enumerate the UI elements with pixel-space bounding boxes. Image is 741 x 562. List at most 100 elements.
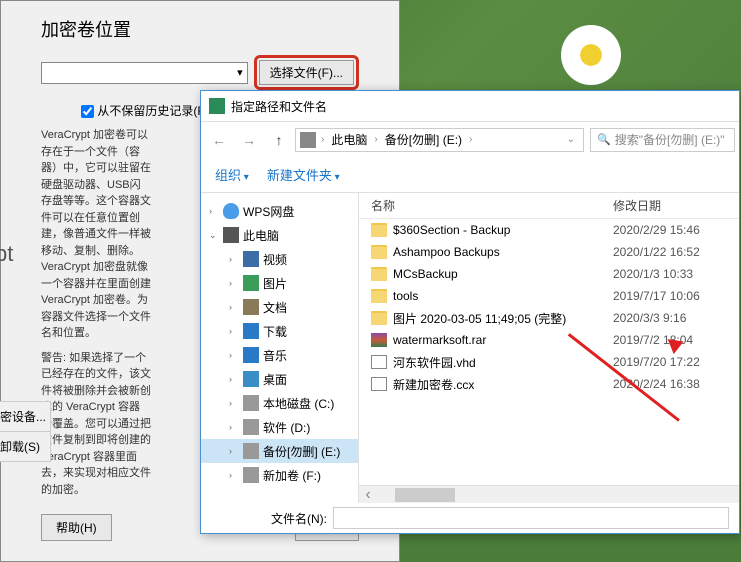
filename-label: 文件名(N): [271, 510, 327, 527]
expand-icon[interactable]: › [229, 374, 239, 384]
app-label-fragment: pt [0, 241, 13, 267]
expand-icon[interactable]: › [229, 422, 239, 432]
auto-mount-button[interactable]: 动加密设备... [0, 401, 51, 432]
file-date: 2020/2/24 16:38 [609, 377, 739, 391]
tree-item-label: 文档 [263, 299, 287, 316]
expand-icon[interactable]: › [229, 302, 239, 312]
tree-item-icon [243, 275, 259, 291]
horizontal-scrollbar[interactable]: ‹ [359, 485, 739, 503]
filename-input[interactable] [333, 507, 729, 529]
tree-item-icon [243, 443, 259, 459]
col-name-header[interactable]: 名称 [359, 197, 609, 214]
file-row[interactable]: 河东软件园.vhd2019/7/20 17:22 [359, 351, 739, 373]
file-icon [371, 311, 387, 325]
tree-item[interactable]: › 新加卷 (F:) [201, 463, 358, 487]
tree-item[interactable]: › 视频 [201, 247, 358, 271]
file-row[interactable]: 新建加密卷.ccx2020/2/24 16:38 [359, 373, 739, 395]
tree-item[interactable]: › 下载 [201, 319, 358, 343]
expand-icon[interactable]: › [209, 206, 219, 216]
tree-item-label: 备份[勿删] (E:) [263, 443, 340, 460]
file-name: tools [393, 289, 418, 303]
nav-forward-button: → [235, 127, 263, 153]
expand-icon[interactable]: › [229, 326, 239, 336]
tree-item[interactable]: › 本地磁盘 (C:) [201, 391, 358, 415]
tree-item-icon [243, 323, 259, 339]
file-name: MCsBackup [393, 267, 458, 281]
file-name: 图片 2020-03-05 11;49;05 (完整) [393, 310, 566, 327]
select-file-button[interactable]: 选择文件(F)... [259, 60, 354, 85]
search-input[interactable]: 搜索"备份[勿删] (E:)" [590, 128, 735, 152]
breadcrumb-folder[interactable]: 备份[勿删] (E:) [383, 131, 464, 148]
tree-item-icon [243, 299, 259, 315]
file-name: watermarksoft.rar [393, 333, 486, 347]
tree-item[interactable]: ⌄此电脑 [201, 223, 358, 247]
expand-icon[interactable]: › [229, 350, 239, 360]
file-icon [371, 289, 387, 303]
never-save-history-input[interactable] [81, 105, 94, 118]
tree-item-icon [223, 203, 239, 219]
file-row[interactable]: MCsBackup 2020/1/3 10:33 [359, 263, 739, 285]
tree-item[interactable]: ›图片 [201, 271, 358, 295]
expand-icon[interactable]: › [229, 278, 239, 288]
scroll-left-icon[interactable]: ‹ [359, 486, 377, 504]
organize-menu[interactable]: 组织 [215, 165, 249, 184]
file-row[interactable]: tools 2019/7/17 10:06 [359, 285, 739, 307]
search-placeholder: 搜索"备份[勿删] (E:)" [615, 131, 725, 148]
expand-icon[interactable]: › [229, 470, 239, 480]
help-button[interactable]: 帮助(H) [41, 514, 112, 541]
background-buttons: 动加密设备... 全部卸载(S) [0, 401, 51, 461]
file-row[interactable]: Ashampoo Backups2020/1/22 16:52 [359, 241, 739, 263]
tree-item-label: 软件 (D:) [263, 419, 310, 436]
volume-path-combo[interactable] [41, 62, 248, 84]
file-row[interactable]: watermarksoft.rar2019/7/2 18:04 [359, 329, 739, 351]
tree-item-label: 视频 [263, 251, 287, 268]
tree-item[interactable]: › 软件 (D:) [201, 415, 358, 439]
breadcrumb[interactable]: › 此电脑 › 备份[勿删] (E:) › ⌄ [295, 128, 584, 152]
bg-flower [561, 25, 621, 85]
select-file-highlight: 选择文件(F)... [254, 55, 359, 90]
tree-item-label: 音乐 [263, 347, 287, 364]
file-open-dialog: 指定路径和文件名 ← → ↑ › 此电脑 › 备份[勿删] (E:) › ⌄ 搜… [200, 90, 740, 534]
tree-item[interactable]: ›桌面 [201, 367, 358, 391]
breadcrumb-sep: › [318, 134, 327, 145]
tree-item[interactable]: › WPS网盘 [201, 199, 358, 223]
expand-icon[interactable]: › [229, 398, 239, 408]
expand-icon[interactable]: ⌄ [209, 230, 219, 241]
nav-back-button[interactable]: ← [205, 127, 233, 153]
file-date: 2019/7/17 10:06 [609, 289, 739, 303]
never-save-history-checkbox[interactable]: 从不保留历史记录(R) [81, 104, 210, 118]
col-date-header[interactable]: 修改日期 [609, 197, 739, 214]
tree-item-icon [243, 467, 259, 483]
tree-item-label: WPS网盘 [243, 203, 294, 220]
scrollbar-thumb[interactable] [395, 488, 455, 502]
checkbox-label: 从不保留历史记录(R) [97, 104, 210, 118]
breadcrumb-root[interactable]: 此电脑 [329, 131, 369, 148]
breadcrumb-dropdown-icon[interactable]: ⌄ [563, 134, 579, 145]
file-date: 2020/1/3 10:33 [609, 267, 739, 281]
new-folder-button[interactable]: 新建文件夹 [267, 165, 340, 184]
file-row[interactable]: $360Section - Backup2020/2/29 15:46 [359, 219, 739, 241]
dismount-all-button[interactable]: 全部卸载(S) [0, 431, 51, 462]
expand-icon[interactable]: › [229, 446, 239, 456]
tree-item-icon [243, 347, 259, 363]
nav-tree[interactable]: ›WPS网盘⌄此电脑›视频›图片›文档›下载›音乐›桌面›本地磁盘 (C:)›软… [201, 193, 359, 503]
tree-item[interactable]: › 文档 [201, 295, 358, 319]
file-icon [371, 223, 387, 237]
breadcrumb-sep: › [371, 134, 380, 145]
column-headers[interactable]: 名称 修改日期 [359, 193, 739, 219]
tree-item-label: 新加卷 (F:) [263, 467, 321, 484]
veracrypt-icon [209, 98, 225, 114]
tree-item-label: 本地磁盘 (C:) [263, 395, 334, 412]
file-date: 2020/3/3 9:16 [609, 311, 739, 325]
file-list[interactable]: $360Section - Backup2020/2/29 15:46Asham… [359, 219, 739, 485]
dialog-titlebar[interactable]: 指定路径和文件名 [201, 91, 739, 121]
expand-icon[interactable]: › [229, 254, 239, 264]
file-row[interactable]: 图片 2020-03-05 11;49;05 (完整) 2020/3/3 9:16 [359, 307, 739, 329]
wizard-section-title: 加密卷位置 [1, 11, 399, 47]
tree-item-label: 下载 [263, 323, 287, 340]
tree-item[interactable]: › 备份[勿删] (E:) [201, 439, 358, 463]
tree-item[interactable]: › 音乐 [201, 343, 358, 367]
file-name: Ashampoo Backups [393, 245, 500, 259]
file-icon [371, 245, 387, 259]
nav-up-button[interactable]: ↑ [265, 127, 293, 153]
